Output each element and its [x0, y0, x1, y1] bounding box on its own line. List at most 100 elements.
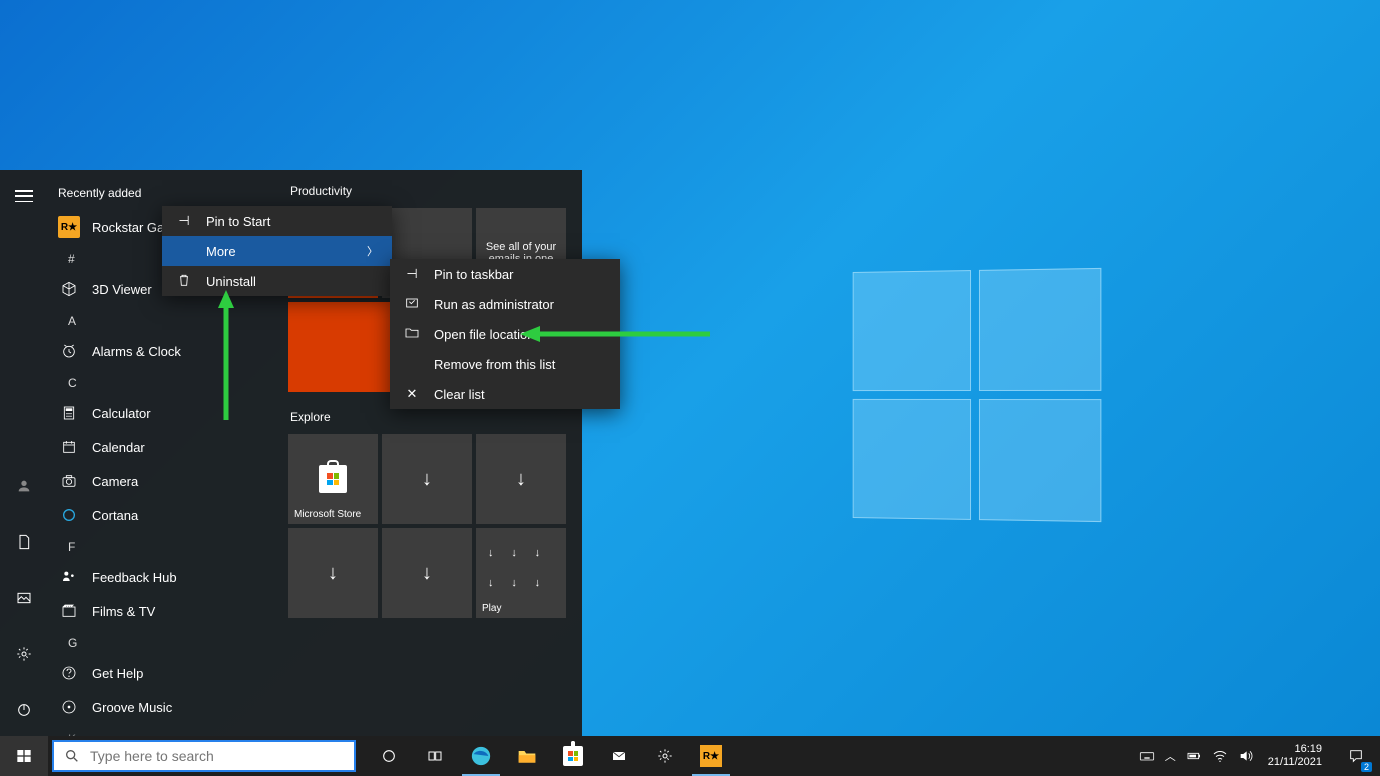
- menu-run-admin[interactable]: Run as administrator: [390, 289, 620, 319]
- menu-label: Clear list: [434, 387, 485, 402]
- taskbar-edge[interactable]: [458, 736, 504, 776]
- download-icon: ↓: [535, 577, 554, 589]
- tile-download-2[interactable]: ↓: [476, 434, 566, 524]
- app-camera[interactable]: Camera: [56, 464, 288, 498]
- letter-c[interactable]: C: [56, 368, 288, 396]
- context-menu-app: ⊣ Pin to Start More 〉 Uninstall: [162, 206, 392, 296]
- volume-icon[interactable]: [1238, 748, 1254, 764]
- store-icon: [563, 746, 583, 766]
- search-input[interactable]: [90, 748, 354, 764]
- menu-label: More: [206, 244, 236, 259]
- clock-time: 16:19: [1268, 743, 1322, 756]
- download-icon: ↓: [535, 547, 554, 559]
- task-view-icon: [427, 748, 443, 764]
- menu-remove-from-list[interactable]: Remove from this list: [390, 349, 620, 379]
- cortana-icon: [381, 748, 397, 764]
- search-box[interactable]: [52, 740, 356, 772]
- app-label: Calendar: [92, 440, 145, 455]
- power-button[interactable]: [0, 692, 48, 728]
- app-groove[interactable]: Groove Music: [56, 690, 288, 724]
- taskbar-clock[interactable]: 16:19 21/11/2021: [1262, 743, 1328, 769]
- cortana-button[interactable]: [366, 736, 412, 776]
- app-label: Films & TV: [92, 604, 155, 619]
- group-productivity[interactable]: Productivity: [288, 180, 574, 208]
- windows-logo-wallpaper: [853, 268, 1102, 522]
- app-calendar[interactable]: Calendar: [56, 430, 288, 464]
- app-alarms[interactable]: Alarms & Clock: [56, 334, 288, 368]
- system-tray[interactable]: ︿: [1139, 748, 1254, 764]
- app-feedback[interactable]: Feedback Hub: [56, 560, 288, 594]
- calculator-icon: [58, 402, 80, 424]
- taskbar-mail[interactable]: [596, 736, 642, 776]
- taskbar: R★ ︿ 16:19 21/11/2021 2: [0, 736, 1380, 776]
- close-icon: ✕: [404, 386, 420, 402]
- chevron-right-icon: 〉: [367, 243, 378, 259]
- tile-label: Microsoft Store: [294, 509, 374, 520]
- clock-date: 21/11/2021: [1268, 756, 1322, 769]
- letter-k[interactable]: K: [56, 724, 288, 736]
- film-icon: [58, 600, 80, 622]
- action-center-button[interactable]: 2: [1336, 736, 1376, 776]
- letter-f[interactable]: F: [56, 532, 288, 560]
- calendar-icon: [58, 436, 80, 458]
- chevron-up-icon[interactable]: ︿: [1165, 748, 1176, 764]
- notification-badge: 2: [1361, 762, 1372, 772]
- tile-play[interactable]: ↓↓↓ ↓↓↓ Play: [476, 528, 566, 618]
- keyboard-icon: [1139, 748, 1155, 764]
- mail-icon: [611, 748, 627, 764]
- menu-clear-list[interactable]: ✕ Clear list: [390, 379, 620, 409]
- app-gethelp[interactable]: Get Help: [56, 656, 288, 690]
- letter-g[interactable]: G: [56, 628, 288, 656]
- tile-download-3[interactable]: ↓: [288, 528, 378, 618]
- menu-open-file-location[interactable]: Open file location: [390, 319, 620, 349]
- menu-pin-taskbar[interactable]: ⊣ Pin to taskbar: [390, 259, 620, 289]
- download-icon: ↓: [516, 468, 526, 491]
- documents-button[interactable]: [0, 524, 48, 560]
- app-label: Cortana: [92, 508, 138, 523]
- tile-download-4[interactable]: ↓: [382, 528, 472, 618]
- app-label: Feedback Hub: [92, 570, 177, 585]
- user-icon: [16, 478, 32, 494]
- wifi-icon[interactable]: [1212, 748, 1228, 764]
- trash-icon: [176, 272, 192, 291]
- app-calculator[interactable]: Calculator: [56, 396, 288, 430]
- pin-icon: ⊣: [404, 266, 420, 282]
- hamburger-button[interactable]: [0, 178, 48, 214]
- gear-icon: [657, 748, 673, 764]
- letter-a[interactable]: A: [56, 306, 288, 334]
- download-icon: ↓: [328, 562, 338, 585]
- document-icon: [16, 534, 32, 550]
- start-button[interactable]: [0, 736, 48, 776]
- tile-store[interactable]: Microsoft Store: [288, 434, 378, 524]
- taskbar-store[interactable]: [550, 736, 596, 776]
- menu-label: Open file location: [434, 327, 534, 342]
- group-explore[interactable]: Explore: [288, 406, 574, 434]
- menu-label: Pin to Start: [206, 214, 270, 229]
- download-icon: ↓: [511, 577, 530, 589]
- taskbar-explorer[interactable]: [504, 736, 550, 776]
- cube-icon: [58, 278, 80, 300]
- music-icon: [58, 696, 80, 718]
- tile-download-1[interactable]: ↓: [382, 434, 472, 524]
- context-menu-more: ⊣ Pin to taskbar Run as administrator Op…: [390, 259, 620, 409]
- taskbar-settings[interactable]: [642, 736, 688, 776]
- rockstar-icon: R★: [58, 216, 80, 238]
- pin-icon: ⊣: [176, 213, 192, 229]
- pictures-button[interactable]: [0, 580, 48, 616]
- menu-uninstall[interactable]: Uninstall: [162, 266, 392, 296]
- download-icon: ↓: [511, 547, 530, 559]
- task-view-button[interactable]: [412, 736, 458, 776]
- settings-button[interactable]: [0, 636, 48, 672]
- search-icon: [64, 748, 80, 764]
- app-label: Calculator: [92, 406, 151, 421]
- pictures-icon: [16, 590, 32, 606]
- user-account-button[interactable]: [0, 468, 48, 504]
- menu-pin-to-start[interactable]: ⊣ Pin to Start: [162, 206, 392, 236]
- menu-more[interactable]: More 〉: [162, 236, 392, 266]
- app-cortana[interactable]: Cortana: [56, 498, 288, 532]
- taskbar-rockstar[interactable]: R★: [688, 736, 734, 776]
- app-films[interactable]: Films & TV: [56, 594, 288, 628]
- menu-label: Pin to taskbar: [434, 267, 514, 282]
- battery-icon[interactable]: [1186, 748, 1202, 764]
- app-label: Alarms & Clock: [92, 344, 181, 359]
